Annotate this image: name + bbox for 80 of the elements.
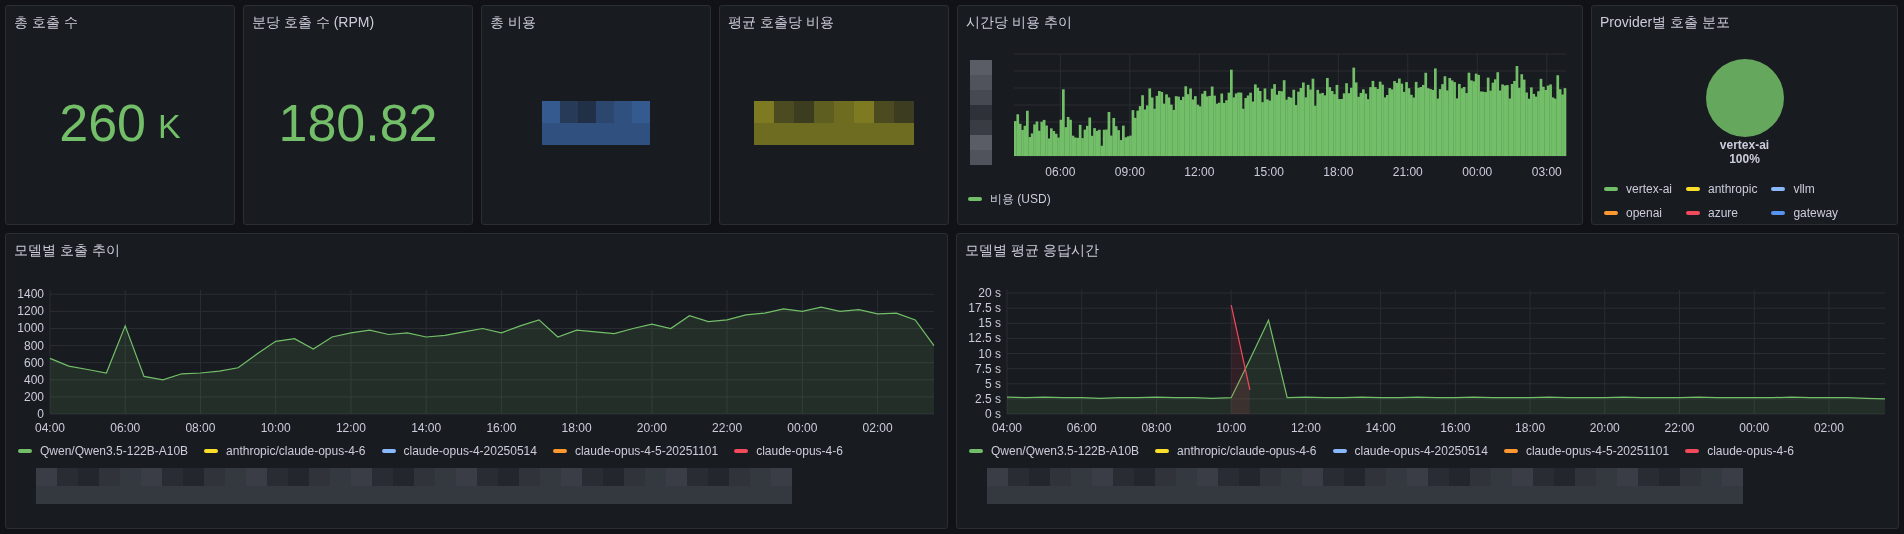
x-tick-label: 12:00 <box>335 421 366 435</box>
x-tick-label: 06:00 <box>1045 165 1076 179</box>
x-tick-label: 06:00 <box>1066 421 1097 435</box>
panel-title: 분당 호출 수 (RPM) <box>252 13 375 32</box>
x-tick-label: 18:00 <box>1515 421 1546 435</box>
x-tick-label: 02:00 <box>862 421 893 435</box>
x-tick-label: 10:00 <box>1216 421 1247 435</box>
x-tick-label: 08:00 <box>185 421 216 435</box>
y-tick-label: 600 <box>23 355 44 370</box>
y-tick-label: 7.5 s <box>975 361 1001 376</box>
legend-label[interactable]: claude-opus-4-6 <box>756 442 843 460</box>
y-tick-label: 10 s <box>978 346 1001 361</box>
panel-title: Provider별 호출 분포 <box>1600 13 1730 32</box>
x-tick-label: 08:00 <box>1141 421 1172 435</box>
legend-label[interactable]: claude-opus-4-5-20251101 <box>1525 442 1670 460</box>
x-tick-label: 04:00 <box>35 421 65 435</box>
legend-label[interactable]: claude-opus-4-20250514 <box>403 442 537 460</box>
x-tick-label: 03:00 <box>1531 165 1562 179</box>
y-tick-label: 400 <box>23 372 44 387</box>
legend-label[interactable]: claude-opus-4-20250514 <box>1354 442 1488 460</box>
legend-label[interactable]: claude-opus-4-6 <box>1707 442 1794 460</box>
panel-title: 시간당 비용 추이 <box>966 13 1072 32</box>
y-tick-label: 5 s <box>985 376 1001 391</box>
legend-label[interactable]: gateway <box>1793 204 1839 222</box>
x-tick-label: 04:00 <box>992 421 1022 435</box>
legend-label[interactable]: anthropic <box>1708 180 1758 198</box>
legend-label[interactable]: openai <box>1626 204 1663 222</box>
x-tick-label: 00:00 <box>1739 421 1770 435</box>
x-tick-label: 12:00 <box>1290 421 1321 435</box>
legend-label[interactable]: vllm <box>1793 180 1815 198</box>
x-tick-label: 00:00 <box>787 421 818 435</box>
x-tick-label: 02:00 <box>1813 421 1844 435</box>
x-tick-label: 00:00 <box>1462 165 1493 179</box>
x-tick-label: 10:00 <box>260 421 291 435</box>
x-tick-label: 18:00 <box>1323 165 1354 179</box>
y-tick-label: 0 s <box>985 407 1001 421</box>
x-tick-label: 16:00 <box>1440 421 1471 435</box>
pie-label: vertex-ai <box>1719 138 1770 152</box>
x-tick-label: 20:00 <box>636 421 667 435</box>
panel-title: 모델별 평균 응답시간 <box>965 241 1099 260</box>
legend-label[interactable]: Qwen/Qwen3.5-122B-A10B <box>991 442 1140 460</box>
stat-value: 180.82 <box>278 97 438 149</box>
y-tick-label: 200 <box>23 389 44 404</box>
x-tick-label: 12:00 <box>1184 165 1215 179</box>
x-tick-label: 09:00 <box>1114 165 1145 179</box>
panel-title: 평균 호출당 비용 <box>728 13 834 32</box>
pie-percent: 100% <box>1729 152 1760 166</box>
x-tick-label: 15:00 <box>1253 165 1284 179</box>
panel-title: 모델별 호출 추이 <box>14 241 120 260</box>
x-tick-label: 14:00 <box>411 421 442 435</box>
x-tick-label: 21:00 <box>1392 165 1423 179</box>
y-tick-label: 15 s <box>978 316 1001 331</box>
legend-label[interactable]: 비용 (USD) <box>990 190 1051 208</box>
x-tick-label: 22:00 <box>1664 421 1695 435</box>
y-tick-label: 1400 <box>17 287 44 302</box>
y-tick-label: 20 s <box>978 286 1001 300</box>
y-tick-label: 17.5 s <box>968 301 1001 316</box>
panel-title: 총 비용 <box>490 13 536 32</box>
panel-title: 총 호출 수 <box>14 13 78 32</box>
x-tick-label: 14:00 <box>1365 421 1396 435</box>
stat-unit: K <box>158 109 181 143</box>
x-tick-label: 18:00 <box>561 421 592 435</box>
x-tick-label: 06:00 <box>110 421 141 435</box>
legend-label[interactable]: anthropic/claude-opus-4-6 <box>1177 442 1317 460</box>
legend-label[interactable]: azure <box>1708 204 1739 222</box>
y-tick-label: 0 <box>37 407 44 421</box>
legend-label[interactable]: claude-opus-4-5-20251101 <box>574 442 719 460</box>
y-tick-label: 800 <box>23 338 44 353</box>
x-tick-label: 16:00 <box>486 421 517 435</box>
x-tick-label: 20:00 <box>1589 421 1620 435</box>
legend-label[interactable]: vertex-ai <box>1626 180 1672 198</box>
stat-value: 260 <box>59 97 147 149</box>
y-tick-label: 2.5 s <box>975 391 1001 406</box>
pie-slice[interactable] <box>1705 59 1784 137</box>
legend-label[interactable]: anthropic/claude-opus-4-6 <box>226 442 366 460</box>
y-tick-label: 1200 <box>17 304 44 319</box>
y-tick-label: 1000 <box>17 321 44 336</box>
y-tick-label: 12.5 s <box>968 331 1001 346</box>
x-tick-label: 22:00 <box>712 421 743 435</box>
legend-label[interactable]: Qwen/Qwen3.5-122B-A10B <box>40 442 189 460</box>
